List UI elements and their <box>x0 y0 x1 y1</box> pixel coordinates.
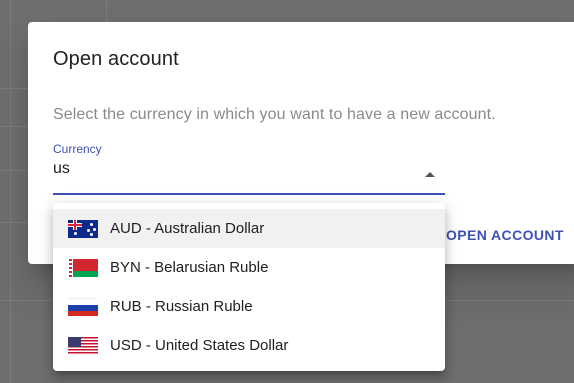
currency-dropdown: AUD - Australian Dollar BYN - Belarusian… <box>53 203 445 371</box>
option-label: BYN - Belarusian Ruble <box>110 259 269 276</box>
background-divider <box>0 222 28 223</box>
open-account-button[interactable]: OPEN ACCOUNT <box>446 227 564 243</box>
currency-option-rub[interactable]: RUB - Russian Ruble <box>53 287 445 326</box>
currency-option-usd[interactable]: USD - United States Dollar <box>53 326 445 365</box>
option-label: USD - United States Dollar <box>110 337 289 354</box>
background-divider <box>0 126 28 127</box>
dialog-title: Open account <box>53 48 179 70</box>
belarus-flag-icon <box>68 258 98 277</box>
currency-option-aud[interactable]: AUD - Australian Dollar <box>53 209 445 248</box>
option-label: AUD - Australian Dollar <box>110 220 265 237</box>
currency-field[interactable]: Currency <box>53 142 445 196</box>
usa-flag-icon <box>68 336 98 355</box>
background-divider <box>0 88 28 89</box>
arrow-up-icon[interactable] <box>425 172 435 177</box>
background-divider <box>0 300 53 301</box>
field-underline <box>53 193 445 195</box>
background-divider <box>0 170 28 171</box>
background-divider <box>10 0 11 383</box>
russia-flag-icon <box>68 297 98 316</box>
background-divider <box>445 300 574 301</box>
background-divider <box>106 0 107 22</box>
option-label: RUB - Russian Ruble <box>110 298 253 315</box>
australia-flag-icon <box>68 219 98 238</box>
currency-input[interactable] <box>53 158 413 180</box>
dialog-description: Select the currency in which you want to… <box>53 106 496 123</box>
currency-option-byn[interactable]: BYN - Belarusian Ruble <box>53 248 445 287</box>
currency-field-label: Currency <box>53 142 102 156</box>
